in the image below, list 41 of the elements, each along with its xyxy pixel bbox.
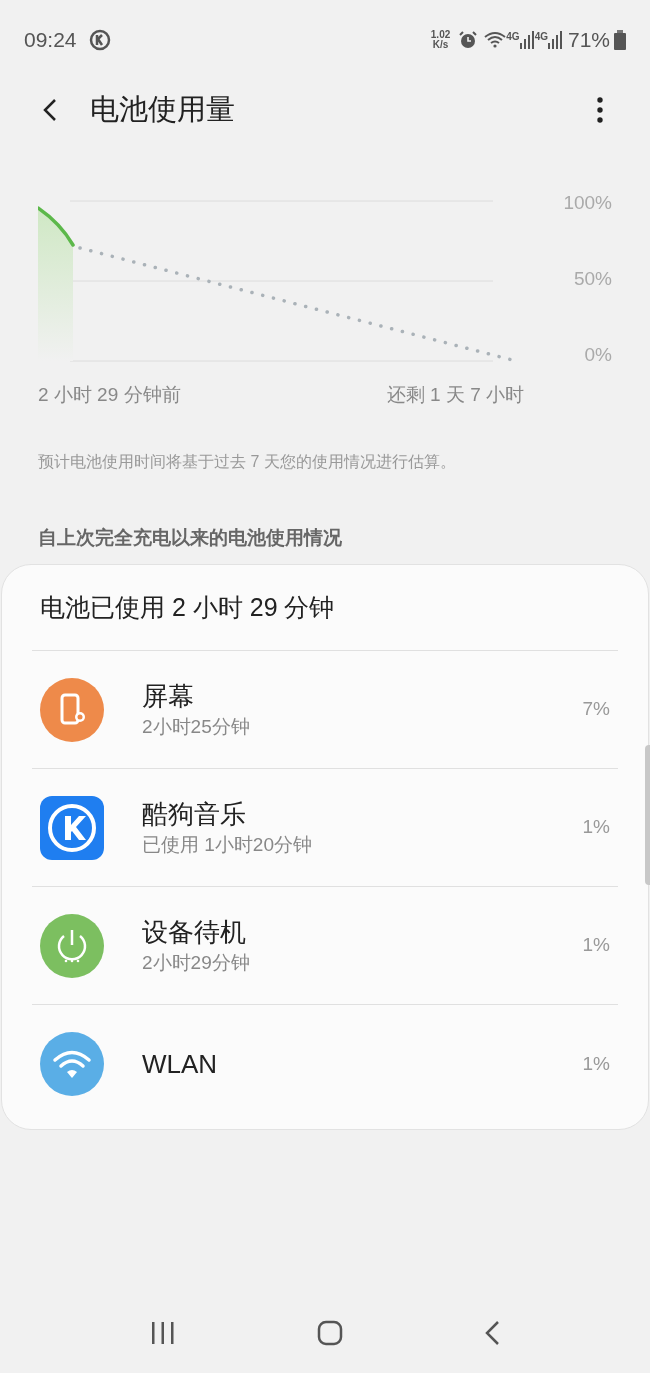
battery-icon bbox=[614, 30, 626, 50]
network-label: 4G bbox=[506, 30, 520, 44]
k-icon bbox=[88, 29, 111, 51]
estimate-note: 预计电池使用时间将基于过去 7 天您的使用情况进行估算。 bbox=[38, 451, 457, 472]
speed-unit: K/s bbox=[432, 40, 449, 50]
app-name: 酷狗音乐 bbox=[142, 797, 247, 831]
back-icon[interactable] bbox=[483, 1320, 500, 1346]
scroll-bar-icon bbox=[645, 745, 650, 885]
usage-percent: 1% bbox=[582, 933, 610, 958]
app-name: WLAN bbox=[142, 1048, 219, 1081]
usage-percent: 7% bbox=[582, 697, 610, 722]
axis-label: 50% bbox=[573, 266, 612, 291]
usage-percent: 1% bbox=[582, 1051, 610, 1076]
axis-label: 0% bbox=[584, 342, 612, 367]
start-time-label: 2 小时 29 分钟前 bbox=[38, 383, 181, 407]
clock: 09:24 bbox=[24, 27, 77, 54]
battery-percent: 71% bbox=[567, 27, 610, 54]
more-icon bbox=[597, 97, 603, 123]
speed-value: 1.02 bbox=[430, 30, 451, 40]
signal-bars-icon bbox=[519, 31, 534, 49]
page-title: 电池使用量 bbox=[90, 92, 235, 128]
app-usage-row[interactable]: 屏幕 2小时25分钟 7% bbox=[32, 651, 618, 769]
app-usage-row[interactable]: 设备待机 2小时29分钟 1% bbox=[32, 887, 618, 1005]
wifi-signal-icon bbox=[484, 31, 507, 49]
section-title: 自上次完全充电以来的电池使用情况 bbox=[38, 525, 343, 550]
signal-bars-icon bbox=[547, 31, 562, 49]
recent-apps-icon[interactable] bbox=[150, 1322, 177, 1344]
usage-time: 2小时29分钟 bbox=[142, 950, 251, 975]
home-icon[interactable] bbox=[317, 1320, 343, 1346]
usage-summary: 电池已使用 2 小时 29 分钟 bbox=[40, 591, 335, 623]
app-name: 屏幕 bbox=[142, 679, 195, 713]
usage-time: 已使用 1小时20分钟 bbox=[142, 832, 313, 857]
usage-percent: 1% bbox=[582, 815, 610, 840]
alarm-icon bbox=[458, 30, 479, 50]
app-name: 设备待机 bbox=[142, 915, 247, 949]
app-usage-row[interactable]: WLAN 1% bbox=[32, 1005, 618, 1123]
axis-label: 100% bbox=[563, 191, 612, 215]
usage-time: 2小时25分钟 bbox=[142, 714, 251, 739]
app-usage-row[interactable]: 酷狗音乐 已使用 1小时20分钟 1% bbox=[32, 769, 618, 887]
network-label: 4G bbox=[534, 30, 548, 44]
remaining-time-label: 还剩 1 天 7 小时 bbox=[386, 383, 524, 407]
